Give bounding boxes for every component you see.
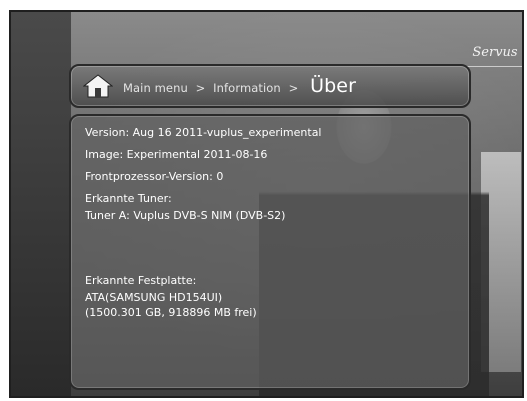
hdd-capacity-text: (1500.301 GB, 918896 MB frei) xyxy=(85,306,257,319)
tv-screen: Servus Main menu > Information > Über Ve… xyxy=(9,10,524,398)
channel-logo: Servus xyxy=(467,40,522,67)
menu-header: Main menu > Information > Über xyxy=(69,64,471,108)
version-text: Version: Aug 16 2011-vuplus_experimental xyxy=(85,126,322,139)
frontprocessor-text: Frontprozessor-Version: 0 xyxy=(85,170,224,183)
hdd-heading: Erkannte Festplatte: xyxy=(85,274,197,287)
breadcrumb: Main menu > Information > Über xyxy=(123,75,356,97)
image-text: Image: Experimental 2011-08-16 xyxy=(85,148,268,161)
breadcrumb-separator: > xyxy=(288,81,299,95)
tuner-heading: Erkannte Tuner: xyxy=(85,192,172,205)
tuner-a-text: Tuner A: Vuplus DVB-S NIM (DVB-S2) xyxy=(85,209,286,222)
breadcrumb-main-menu[interactable]: Main menu xyxy=(123,81,188,95)
breadcrumb-separator: > xyxy=(195,81,206,95)
page-title: Über xyxy=(310,75,356,97)
home-icon[interactable] xyxy=(81,71,115,101)
background-window xyxy=(11,12,71,396)
hdd-model-text: ATA(SAMSUNG HD154UI) xyxy=(85,291,223,304)
breadcrumb-information[interactable]: Information xyxy=(213,81,281,95)
info-panel: Version: Aug 16 2011-vuplus_experimental… xyxy=(69,114,471,390)
